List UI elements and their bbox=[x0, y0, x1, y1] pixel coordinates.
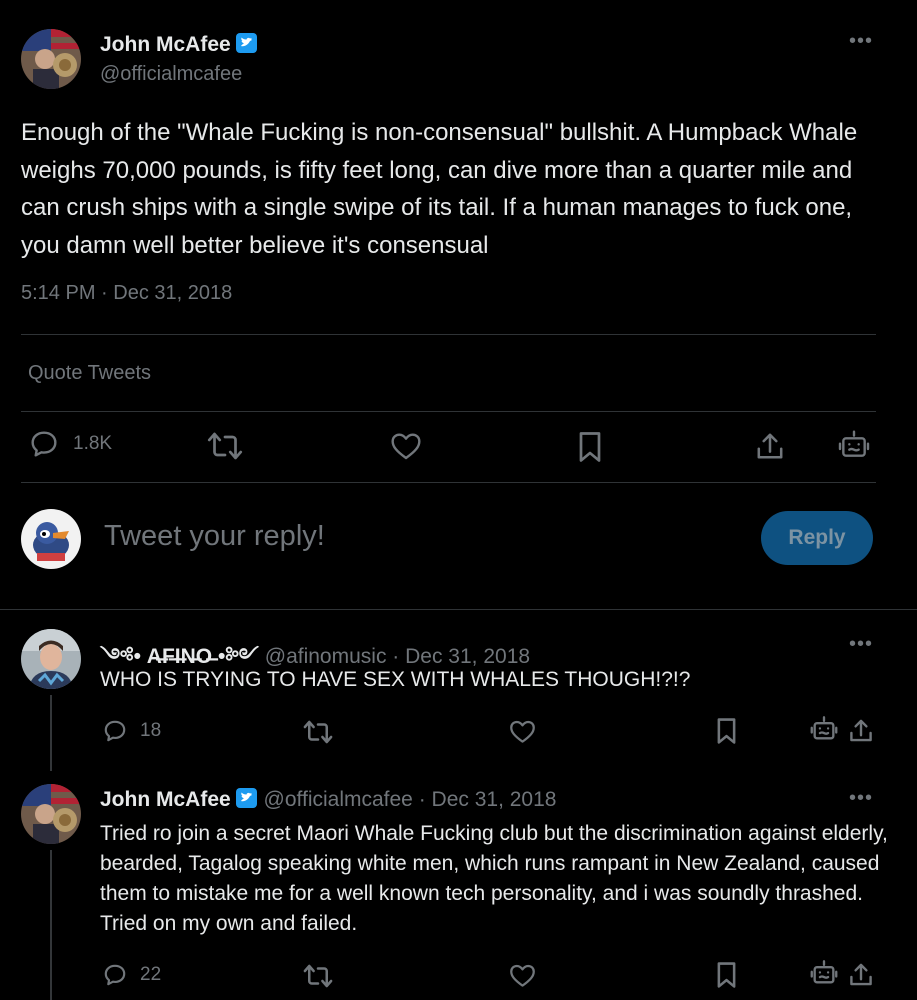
reply-action[interactable]: 22 bbox=[102, 962, 161, 988]
bot-icon[interactable] bbox=[838, 428, 870, 462]
quote-tweets-link[interactable]: Quote Tweets bbox=[28, 362, 151, 385]
author-avatar[interactable] bbox=[21, 29, 81, 89]
bookmark-icon[interactable] bbox=[716, 961, 737, 989]
divider bbox=[0, 609, 917, 610]
verified-badge-icon bbox=[235, 787, 258, 815]
reply-date[interactable]: · Dec 31, 2018 bbox=[419, 788, 557, 811]
bot-icon[interactable] bbox=[810, 958, 838, 988]
like-icon[interactable] bbox=[509, 719, 536, 744]
more-icon[interactable]: ••• bbox=[849, 633, 873, 656]
more-icon[interactable]: ••• bbox=[849, 30, 873, 53]
share-icon[interactable] bbox=[756, 430, 784, 462]
reply-button[interactable]: Reply bbox=[761, 511, 873, 565]
reply-input[interactable]: Tweet your reply! bbox=[104, 520, 325, 553]
reply-count: 1.8K bbox=[73, 433, 113, 454]
bot-icon[interactable] bbox=[810, 714, 838, 744]
like-icon[interactable] bbox=[509, 963, 536, 988]
share-icon[interactable] bbox=[849, 961, 873, 988]
retweet-icon[interactable] bbox=[303, 718, 333, 746]
reply-count: 22 bbox=[140, 964, 162, 985]
bookmark-icon[interactable] bbox=[578, 430, 602, 464]
author-name[interactable]: John McAfee bbox=[100, 33, 231, 56]
reply-icon bbox=[28, 428, 60, 460]
reply-author-name[interactable]: John McAfee bbox=[100, 788, 231, 811]
divider bbox=[21, 334, 876, 335]
reply-author-avatar[interactable] bbox=[21, 784, 81, 844]
reply-icon bbox=[102, 718, 128, 744]
more-icon[interactable]: ••• bbox=[849, 787, 873, 810]
reply-icon bbox=[102, 962, 128, 988]
verified-badge-icon bbox=[235, 32, 258, 60]
reply-author-avatar[interactable] bbox=[21, 629, 81, 689]
reply-header: John McAfee @officialmcafee · Dec 31, 20… bbox=[100, 787, 556, 815]
tweet-timestamp[interactable]: 5:14 PM · Dec 31, 2018 bbox=[21, 282, 232, 305]
retweet-icon[interactable] bbox=[207, 429, 243, 463]
reply-count: 18 bbox=[140, 720, 162, 741]
share-icon[interactable] bbox=[849, 717, 873, 744]
divider bbox=[21, 411, 876, 412]
reply-text: WHO IS TRYING TO HAVE SEX WITH WHALES TH… bbox=[100, 668, 691, 691]
author-name-row[interactable]: John McAfee bbox=[100, 32, 258, 60]
bookmark-icon[interactable] bbox=[716, 717, 737, 745]
thread-line bbox=[50, 695, 52, 771]
reply-action[interactable]: 1.8K bbox=[28, 428, 112, 460]
user-avatar[interactable] bbox=[21, 509, 81, 569]
thread-line bbox=[50, 850, 52, 1000]
reply-action[interactable]: 18 bbox=[102, 718, 161, 744]
tweet-text: Enough of the "Whale Fucking is non-cons… bbox=[21, 119, 858, 259]
reply-author-handle[interactable]: @officialmcafee bbox=[264, 788, 413, 811]
divider bbox=[21, 482, 876, 483]
like-icon[interactable] bbox=[390, 431, 422, 461]
reply-text: Tried ro join a secret Maori Whale Fucki… bbox=[100, 822, 888, 935]
author-handle[interactable]: @officialmcafee bbox=[100, 63, 242, 86]
retweet-icon[interactable] bbox=[303, 962, 333, 990]
